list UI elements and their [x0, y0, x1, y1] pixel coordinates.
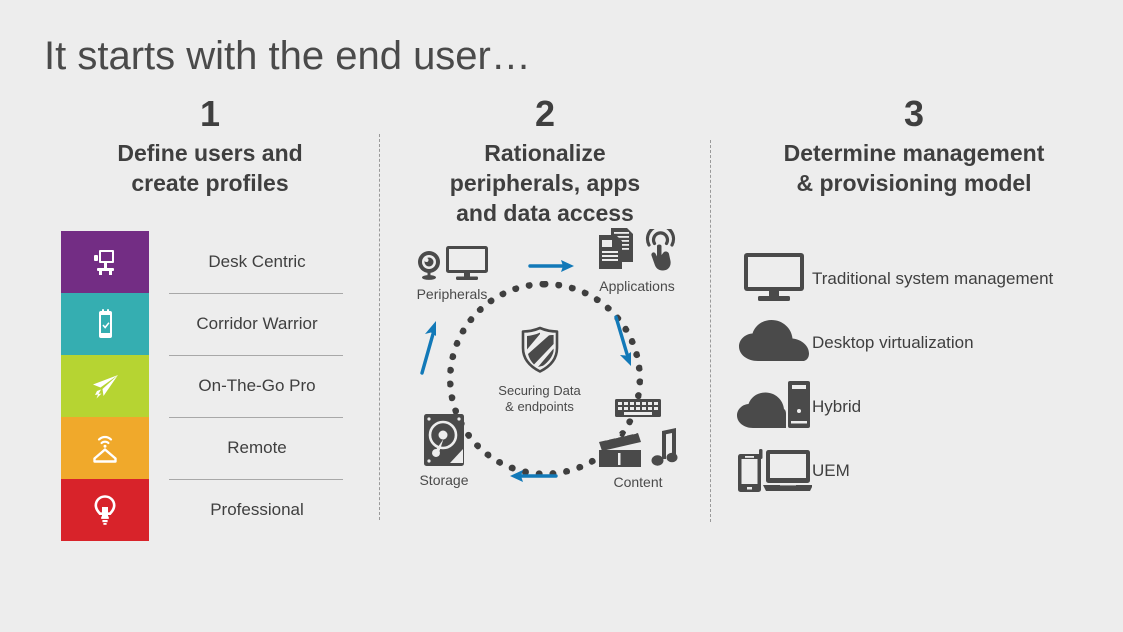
- model-label: UEM: [812, 461, 850, 480]
- cycle-arrow-up-left: [414, 318, 444, 381]
- cycle-node-label: Content: [613, 474, 663, 490]
- lightbulb-icon: [88, 493, 122, 527]
- column-divider-1: [379, 134, 380, 520]
- step-heading-2: Rationalize peripherals, apps and data a…: [382, 138, 708, 228]
- persona-label: Remote: [227, 438, 287, 457]
- persona-tile-professional[interactable]: [61, 479, 149, 541]
- home-wifi-icon: [88, 431, 122, 465]
- management-model-list: Traditional system management Desktop vi…: [736, 247, 1116, 503]
- step-heading-1-line-2: create profiles: [131, 170, 289, 196]
- cloud-icon: [738, 319, 810, 368]
- cycle-node-applications[interactable]: Applications: [572, 224, 702, 294]
- model-icon-uem: [736, 445, 813, 498]
- clapperboard-icon: [597, 429, 645, 474]
- persona-label: Corridor Warrior: [196, 314, 318, 333]
- model-label: Hybrid: [812, 397, 862, 416]
- page-title: It starts with the end user…: [44, 34, 531, 78]
- list-item[interactable]: Hybrid: [736, 375, 1116, 439]
- list-item[interactable]: On-The-Go Pro: [61, 355, 351, 417]
- webcam-icon: [416, 249, 442, 286]
- persona-tile-corridor-warrior[interactable]: [61, 293, 149, 355]
- keyboard-icon: [614, 398, 662, 423]
- persona-label-wrap: Corridor Warrior: [149, 293, 351, 355]
- persona-label: On-The-Go Pro: [198, 376, 316, 395]
- persona-list: Desk Centric Corridor Warrior On-The-Go …: [61, 231, 351, 541]
- persona-label-wrap: On-The-Go Pro: [149, 355, 351, 417]
- music-note-icon: [649, 427, 679, 474]
- list-item[interactable]: Remote: [61, 417, 351, 479]
- cycle-node-label: Applications: [599, 278, 675, 294]
- step-heading-3-line-2: & provisioning model: [796, 170, 1032, 196]
- cycle-node-label: Storage: [419, 472, 469, 488]
- persona-label-wrap: Professional: [149, 479, 351, 541]
- cycle-node-storage[interactable]: Storage: [394, 414, 494, 488]
- cycle-node-content[interactable]: Content: [578, 399, 698, 490]
- tablet-check-icon: [88, 307, 122, 341]
- list-item[interactable]: Traditional system management: [736, 247, 1116, 311]
- model-icon-virtualization: [736, 319, 812, 368]
- monitor-icon: [743, 252, 805, 307]
- cycle-node-icons: [578, 399, 698, 474]
- cycle-node-icons: [572, 224, 702, 278]
- persona-tile-desk-centric[interactable]: [61, 231, 149, 293]
- list-item[interactable]: UEM: [736, 439, 1116, 503]
- phone-laptop-icon: [736, 445, 813, 498]
- list-item[interactable]: Desktop virtualization: [736, 311, 1116, 375]
- step-heading-2-line-3: and data access: [456, 200, 634, 226]
- list-item[interactable]: Desk Centric: [61, 231, 351, 293]
- column-divider-2: [710, 140, 711, 522]
- model-icon-traditional: [736, 252, 812, 307]
- cycle-node-peripherals[interactable]: Peripherals: [392, 242, 512, 302]
- shield-icon: [519, 326, 561, 378]
- persona-label-wrap: Desk Centric: [149, 231, 351, 293]
- step-heading-3-line-1: Determine management: [783, 140, 1045, 166]
- model-label: Traditional system management: [812, 269, 1054, 288]
- step-heading-1: Define users and create profiles: [44, 138, 376, 198]
- step-number-2: 2: [534, 93, 556, 134]
- step-heading-3: Determine management & provisioning mode…: [714, 138, 1114, 198]
- step-heading-2-line-2: peripherals, apps: [449, 170, 641, 196]
- step-number-3: 3: [903, 93, 925, 134]
- slide-canvas: It starts with the end user… 1 Define us…: [0, 0, 1123, 632]
- cycle-arrow-left-bottom: [506, 466, 558, 491]
- hard-drive-icon: [423, 413, 465, 472]
- persona-tile-remote[interactable]: [61, 417, 149, 479]
- cycle-center: Securing Data & endpoints: [467, 326, 612, 415]
- documents-icon: [595, 227, 639, 278]
- persona-label: Professional: [210, 500, 304, 519]
- persona-tile-on-the-go-pro[interactable]: [61, 355, 149, 417]
- list-item[interactable]: Professional: [61, 479, 351, 541]
- persona-label-wrap: Remote: [149, 417, 351, 479]
- model-label: Desktop virtualization: [812, 333, 974, 352]
- column-determine-management: 3 Determine management & provisioning mo…: [714, 92, 1114, 492]
- model-icon-hybrid: [736, 380, 812, 435]
- desk-workstation-icon: [88, 245, 122, 279]
- list-item[interactable]: Corridor Warrior: [61, 293, 351, 355]
- step-number-1: 1: [199, 93, 221, 134]
- cycle-center-label-line-1: Securing Data: [498, 383, 581, 398]
- touch-hand-icon: [642, 224, 680, 278]
- cycle-node-icons: [394, 414, 494, 472]
- step-heading-2-line-1: Rationalize: [484, 140, 606, 166]
- paper-plane-icon: [87, 369, 123, 403]
- cycle-node-icons: [392, 242, 512, 286]
- column-rationalize: 2 Rationalize peripherals, apps and data…: [382, 92, 708, 490]
- cycle-arrow-right-top: [528, 256, 578, 281]
- security-cycle-diagram: Securing Data & endpoints Peripherals Ap…: [382, 224, 708, 508]
- cycle-arrow-down-right: [610, 314, 640, 375]
- cloud-tower-icon: [736, 380, 812, 435]
- monitor-icon: [445, 245, 489, 286]
- cycle-node-label: Peripherals: [416, 286, 488, 302]
- column-define-users: 1 Define users and create profiles Desk …: [44, 92, 376, 541]
- step-heading-1-line-1: Define users and: [117, 140, 303, 166]
- persona-label: Desk Centric: [208, 252, 306, 271]
